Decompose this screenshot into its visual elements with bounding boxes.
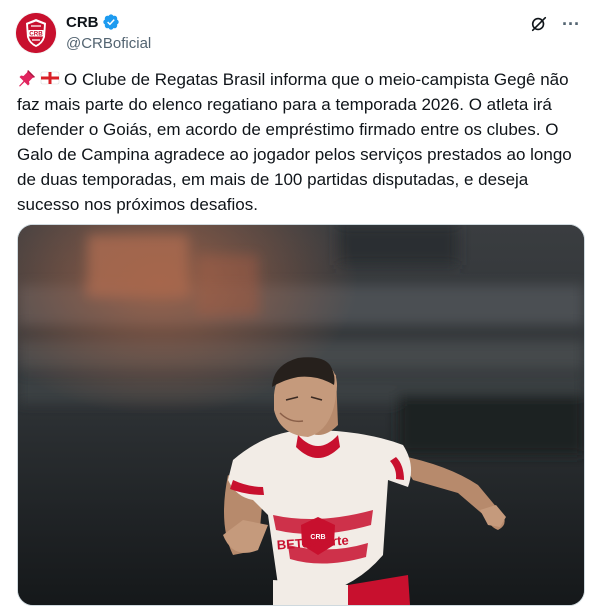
name-row: CRB	[66, 12, 151, 32]
emoji-group	[17, 68, 60, 88]
tweet-card: CRB CRB @CRBoficial ··· O Clube de Regat…	[0, 0, 593, 606]
top-actions: ···	[529, 14, 581, 34]
crb-crest-icon: CRB	[16, 13, 56, 53]
grok-icon[interactable]	[529, 14, 549, 34]
more-options-icon[interactable]: ···	[561, 14, 581, 34]
pushpin-emoji-icon	[19, 70, 35, 87]
svg-text:CRB: CRB	[29, 31, 43, 38]
display-name[interactable]: CRB	[66, 14, 99, 31]
verified-badge-icon	[102, 13, 120, 31]
author-block: CRB @CRBoficial	[66, 12, 151, 53]
avatar[interactable]: CRB	[16, 13, 56, 53]
player-photo: CRB BETesporte	[18, 225, 584, 605]
tweet-text: O Clube de Regatas Brasil informa que o …	[17, 67, 587, 217]
tweet-body: O Clube de Regatas Brasil informa que o …	[17, 70, 572, 214]
handle[interactable]: @CRBoficial	[66, 35, 151, 52]
england-flag-icon	[40, 71, 60, 85]
tweet-media[interactable]: CRB BETesporte	[17, 224, 585, 606]
